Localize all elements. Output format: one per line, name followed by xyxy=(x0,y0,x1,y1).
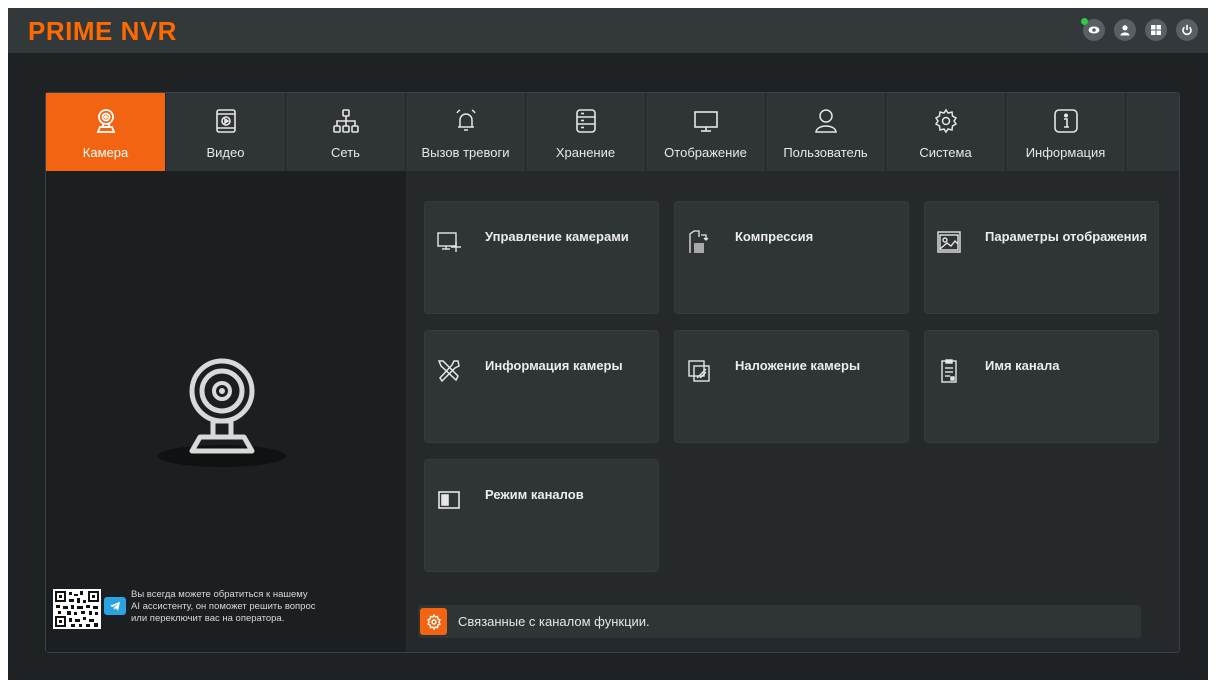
card-label: Управление камерами xyxy=(485,229,629,244)
brand-logo: PRIME NVR xyxy=(28,16,177,46)
tab-storage[interactable]: Хранение xyxy=(526,93,646,171)
card-channel-name[interactable]: Имя канала xyxy=(924,330,1159,443)
top-icon-group xyxy=(1081,18,1198,41)
network-icon xyxy=(330,105,362,137)
tab-label: Система xyxy=(919,145,972,160)
storage-icon xyxy=(570,105,602,137)
card-label: Информация камеры xyxy=(485,358,623,373)
tab-label: Сеть xyxy=(331,145,360,160)
user-icon xyxy=(810,105,842,137)
image-params-icon xyxy=(935,228,963,256)
info-icon xyxy=(1050,105,1082,137)
tab-user[interactable]: Пользователь xyxy=(766,93,886,171)
assistant-hint-line: или переключит вас на оператора. xyxy=(131,613,285,624)
user-icon[interactable] xyxy=(1114,19,1136,41)
tab-display[interactable]: Отображение xyxy=(646,93,766,171)
video-icon xyxy=(210,105,242,137)
card-label: Компрессия xyxy=(735,229,814,244)
preview-area: Вы всегда можете обратиться к нашему AI … xyxy=(46,171,406,652)
tab-label: Видео xyxy=(206,145,245,160)
gear-icon xyxy=(930,105,962,137)
assistant-hint-line: AI ассистенту, он поможет решить вопрос xyxy=(131,601,316,612)
camera-manage-icon xyxy=(435,228,463,256)
alarm-bell-icon xyxy=(450,105,482,137)
card-camera-management[interactable]: Управление камерами xyxy=(424,201,659,314)
power-icon[interactable] xyxy=(1176,19,1198,41)
tab-label: Хранение xyxy=(555,145,616,160)
card-label: Параметры отображения xyxy=(985,229,1148,244)
camera-illustration-icon xyxy=(158,358,286,467)
assistant-qr-block: Вы всегда можете обратиться к нашему AI … xyxy=(53,589,371,629)
channel-functions-bar: Связанные с каналом функции. xyxy=(418,605,1141,638)
layout-icon[interactable] xyxy=(1145,19,1167,41)
tab-info[interactable]: Информация xyxy=(1006,93,1126,171)
tab-label: Пользователь xyxy=(783,145,868,160)
overlay-icon xyxy=(685,357,713,385)
tab-alarm[interactable]: Вызов тревоги xyxy=(406,93,526,171)
card-camera-info[interactable]: Информация камеры xyxy=(424,330,659,443)
tab-label: Информация xyxy=(1025,145,1106,160)
function-area: Управление камерами Компрессия Параметры… xyxy=(406,171,1179,652)
assistant-hint: Вы всегда можете обратиться к нашему AI … xyxy=(131,589,371,625)
channel-mode-icon xyxy=(435,486,463,514)
qr-code-icon[interactable] xyxy=(53,589,101,629)
settings-panel: Камера Видео Сеть Вызов тревоги Хранение… xyxy=(45,92,1180,653)
tab-label: Отображение xyxy=(664,145,747,160)
card-compression[interactable]: Компрессия xyxy=(674,201,909,314)
telegram-icon[interactable] xyxy=(104,597,126,615)
camera-icon xyxy=(90,105,122,137)
clipboard-icon xyxy=(935,357,963,385)
status-dot xyxy=(1081,18,1088,25)
assistant-hint-line: Вы всегда можете обратиться к нашему xyxy=(131,589,308,600)
card-camera-overlay[interactable]: Наложение камеры xyxy=(674,330,909,443)
nvr-screen: PRIME NVR Камера Видео Сеть Вызов тревог… xyxy=(8,8,1208,680)
card-label: Режим каналов xyxy=(485,487,584,502)
tools-icon xyxy=(435,357,463,385)
card-label: Имя канала xyxy=(985,358,1060,373)
channel-functions-text: Связанные с каналом функции. xyxy=(458,614,650,629)
tab-network[interactable]: Сеть xyxy=(286,93,406,171)
tab-label: Камера xyxy=(82,145,129,160)
card-display-params[interactable]: Параметры отображения xyxy=(924,201,1159,314)
eye-icon[interactable] xyxy=(1081,18,1105,41)
tab-label: Вызов тревоги xyxy=(421,145,510,160)
top-bar: PRIME NVR xyxy=(8,8,1208,53)
main-tabs: Камера Видео Сеть Вызов тревоги Хранение… xyxy=(46,93,1179,179)
card-channel-mode[interactable]: Режим каналов xyxy=(424,459,659,572)
card-label: Наложение камеры xyxy=(735,358,861,373)
tab-system[interactable]: Система xyxy=(886,93,1006,171)
settings-gear-icon[interactable] xyxy=(420,608,447,635)
tab-camera[interactable]: Камера xyxy=(46,93,166,179)
compression-icon xyxy=(685,228,713,256)
tab-video[interactable]: Видео xyxy=(166,93,286,171)
monitor-icon xyxy=(690,105,722,137)
